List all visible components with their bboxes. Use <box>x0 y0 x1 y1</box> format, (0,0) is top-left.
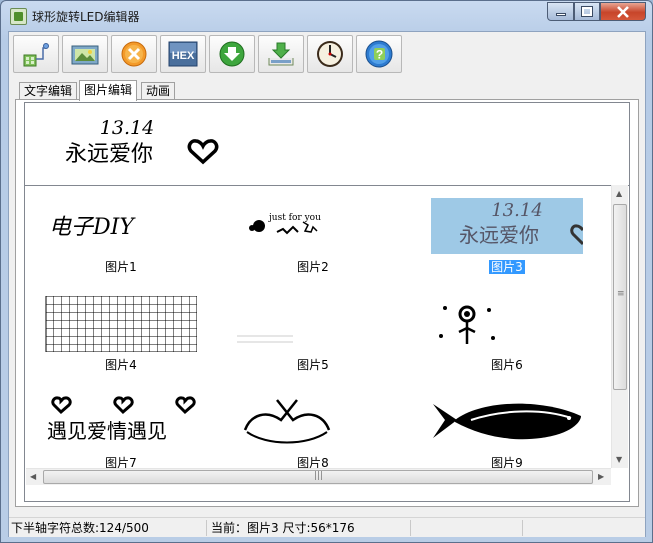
new-display-button[interactable] <box>13 35 59 73</box>
preview-canvas: 13.14 永远爱你 <box>65 117 219 167</box>
delete-button[interactable] <box>111 35 157 73</box>
horizontal-scrollbar[interactable]: ◀ ||| ▶ <box>26 468 611 485</box>
thumbnail-label: 图片2 <box>297 260 329 274</box>
status-extra <box>413 520 523 536</box>
open-image-icon <box>71 45 99 65</box>
clock-icon <box>317 41 343 67</box>
close-icon <box>617 5 629 18</box>
client-area: HEX ? 文字编辑 图片编辑 动画 13.14 永远爱你 电子DIY 图片1 … <box>8 31 646 537</box>
window-title: 球形旋转LED编辑器 <box>32 10 140 24</box>
image-list: 电子DIY 图片1 just for you 图片2 13.14 永远爱你 图片… <box>25 185 629 485</box>
scroll-right-icon[interactable]: ▶ <box>598 472 604 481</box>
new-display-icon <box>23 43 49 67</box>
clock-button[interactable] <box>307 35 353 73</box>
thumbnail-image <box>45 296 197 352</box>
thumbnail-image <box>439 305 495 344</box>
status-char-total: 下半轴字符总数:124/500 <box>9 520 207 536</box>
status-current-image: 当前：图片3 尺寸:56*176 <box>209 520 411 536</box>
tab-animation[interactable]: 动画 <box>141 82 176 100</box>
hex-export-button[interactable]: HEX <box>160 35 206 73</box>
editor-frame: 13.14 永远爱你 电子DIY 图片1 just for you 图片2 13… <box>24 102 630 502</box>
toolbar: HEX ? <box>9 32 645 76</box>
hex-label: HEX <box>172 50 195 62</box>
thumb-art-line2: 永远爱你 <box>459 223 539 247</box>
delete-icon <box>121 41 147 67</box>
thumbnail-label: 图片6 <box>491 358 523 372</box>
vertical-scroll-thumb[interactable]: ≡ <box>613 204 627 390</box>
thumbnail-image <box>237 296 293 352</box>
thumbnail-image: just for you <box>249 213 321 235</box>
thumb-art-line1: 13.14 <box>491 200 543 221</box>
help-button[interactable]: ? <box>356 35 402 73</box>
minimize-button[interactable] <box>547 2 574 21</box>
scroll-up-icon[interactable]: ▲ <box>616 189 622 198</box>
minimize-icon <box>555 13 566 16</box>
image-edit-panel: 13.14 永远爱你 电子DIY 图片1 just for you 图片2 13… <box>15 99 639 507</box>
vertical-scrollbar[interactable]: ▲ ≡ ▼ <box>611 185 628 468</box>
download-button[interactable] <box>209 35 255 73</box>
thumbnail-label: 图片4 <box>105 358 137 372</box>
grip-icon: ≡ <box>617 289 625 299</box>
app-icon <box>10 8 27 25</box>
save-icon <box>268 42 294 66</box>
thumb-art-text: just for you <box>268 213 321 223</box>
hex-export-icon: HEX <box>168 41 198 67</box>
thumbnail-label: 图片1 <box>105 260 137 274</box>
tab-text-edit[interactable]: 文字编辑 <box>19 82 78 100</box>
thumbnail-image: 电子DIY <box>49 215 136 240</box>
grip-icon: ||| <box>314 471 324 481</box>
horizontal-scroll-thumb[interactable]: ||| <box>43 470 593 484</box>
thumbnail-label: 图片5 <box>297 358 329 372</box>
thumb-art-text: 电子DIY <box>49 215 136 240</box>
scroll-left-icon[interactable]: ◀ <box>30 472 36 481</box>
title-bar[interactable]: 球形旋转LED编辑器 <box>1 1 652 31</box>
thumbnail-image: 13.14 永远爱你 <box>431 198 583 254</box>
scroll-down-icon[interactable]: ▼ <box>616 455 622 464</box>
preview-line2: 永远爱你 <box>65 142 153 167</box>
preview-line1: 13.14 <box>100 117 154 139</box>
close-button[interactable] <box>600 2 646 21</box>
save-button[interactable] <box>258 35 304 73</box>
thumbnail-image <box>433 403 581 440</box>
app-window: 球形旋转LED编辑器 HEX ? 文字编辑 图片编辑 动画 13.14 永远爱你… <box>0 0 653 543</box>
download-icon <box>219 41 245 67</box>
maximize-icon <box>581 6 593 17</box>
maximize-button[interactable] <box>574 2 600 21</box>
thumb-art-text: 遇见爱情遇见 <box>47 419 167 443</box>
open-image-button[interactable] <box>62 35 108 73</box>
help-glyph: ? <box>376 48 383 62</box>
thumbnail-label: 图片3 <box>489 260 525 274</box>
thumbnail-image: 遇见爱情遇见 <box>47 396 196 443</box>
help-icon: ? <box>365 40 393 68</box>
status-bar: 下半轴字符总数:124/500 当前：图片3 尺寸:56*176 <box>9 517 645 537</box>
thumbnail-image <box>243 399 331 444</box>
tab-image-edit[interactable]: 图片编辑 <box>79 80 138 101</box>
current-image-preview[interactable]: 13.14 永远爱你 <box>43 116 219 172</box>
heart-icon <box>187 139 219 165</box>
